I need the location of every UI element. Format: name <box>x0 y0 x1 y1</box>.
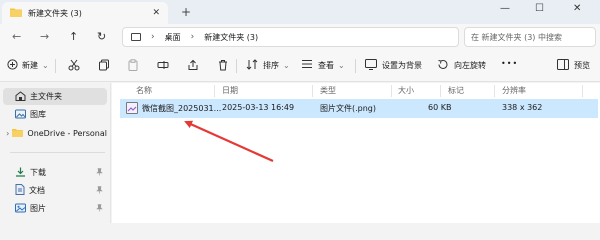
view-label: 查看 <box>318 60 334 70</box>
sidebar-item-pictures[interactable]: 图片 <box>3 200 107 217</box>
column-header-date[interactable]: 日期 <box>222 85 238 96</box>
title-bar: 新建文件夹 (3) ✕ + — ☐ ✕ <box>0 0 600 24</box>
sort-label: 排序 <box>263 61 279 70</box>
paste-icon[interactable] <box>127 59 139 74</box>
rotate-left-button[interactable]: 向左旋转 <box>437 59 486 72</box>
divider <box>236 59 237 73</box>
cut-icon[interactable] <box>68 59 80 74</box>
navigation-pane: › 主文件夹 图库 › OneDrive - Personal 下载 <box>0 83 111 223</box>
file-type: 图片文件(.png) <box>320 104 377 113</box>
divider <box>355 59 356 73</box>
pin-icon[interactable] <box>96 185 103 196</box>
download-icon <box>15 167 26 179</box>
gallery-icon <box>15 109 26 121</box>
chevron-right-icon[interactable]: › <box>3 129 12 138</box>
set-as-background-label: 设置为背景 <box>382 61 422 70</box>
command-bar: 新建 ⌄ 排序 ⌄ 查看 ⌄ 设置为背景 向左旋转 ••• 预览 <box>0 50 600 82</box>
sort-button[interactable]: 排序 ⌄ <box>246 59 290 72</box>
search-input[interactable]: 在 新建文件夹 (3) 中搜索 <box>471 32 562 43</box>
folder-icon <box>12 128 24 139</box>
column-divider[interactable] <box>214 85 215 97</box>
sort-icon <box>246 59 258 72</box>
picture-icon <box>15 203 26 215</box>
sidebar-item-gallery[interactable]: 图库 <box>3 106 107 123</box>
delete-icon[interactable] <box>217 59 229 74</box>
column-divider[interactable] <box>582 85 583 97</box>
table-row[interactable]: 微信截图_2025031... 2025-03-13 16:49 图片文件(.p… <box>120 99 598 118</box>
close-tab-button[interactable]: ✕ <box>152 8 160 18</box>
view-icon <box>301 59 313 71</box>
sidebar-item-label: 主文件夹 <box>30 92 62 101</box>
search-box[interactable]: 在 新建文件夹 (3) 中搜索 <box>464 27 596 47</box>
column-header-resolution[interactable]: 分辨率 <box>502 85 526 96</box>
file-name[interactable]: 微信截图_2025031... <box>142 103 221 114</box>
sidebar-item-label: 图库 <box>30 110 46 119</box>
file-size: 60 KB <box>428 103 452 112</box>
column-divider[interactable] <box>312 85 313 97</box>
breadcrumb-desktop[interactable]: 桌面 <box>165 32 181 43</box>
up-button[interactable]: ↑ <box>69 30 78 43</box>
address-bar[interactable]: › 桌面 › 新建文件夹 (3) <box>122 27 459 47</box>
chevron-down-icon: ⌄ <box>42 61 49 70</box>
minimize-button[interactable]: — <box>500 3 510 14</box>
sidebar-item-downloads[interactable]: 下载 <box>3 164 107 181</box>
file-date: 2025-03-13 16:49 <box>222 103 295 112</box>
document-icon <box>15 184 25 197</box>
column-header-size[interactable]: 大小 <box>398 85 414 96</box>
maximize-button[interactable]: ☐ <box>535 3 544 14</box>
file-list: 名称 日期 类型 大小 标记 分辨率 微信截图_2025031... 2025-… <box>112 83 600 223</box>
column-divider[interactable] <box>391 85 392 97</box>
new-button[interactable]: 新建 ⌄ <box>7 59 49 72</box>
preview-label: 预览 <box>574 61 590 70</box>
sidebar-item-label: OneDrive - Personal <box>27 129 107 138</box>
new-tab-button[interactable]: + <box>181 5 191 19</box>
forward-button[interactable]: → <box>40 30 49 43</box>
wallpaper-icon <box>365 59 377 72</box>
chevron-down-icon: ⌄ <box>283 61 290 70</box>
sidebar-item-label: 文档 <box>29 186 45 195</box>
set-as-background-button[interactable]: 设置为背景 <box>365 59 422 72</box>
breadcrumb-chevron: › <box>190 32 195 42</box>
new-label: 新建 <box>22 61 38 70</box>
sidebar-item-home[interactable]: › 主文件夹 <box>3 88 107 105</box>
breadcrumb-current-folder[interactable]: 新建文件夹 (3) <box>204 32 258 43</box>
pin-icon[interactable] <box>96 203 103 214</box>
pin-icon[interactable] <box>96 167 103 178</box>
more-options-button[interactable]: ••• <box>501 59 518 68</box>
divider <box>10 152 105 153</box>
back-button[interactable]: ← <box>12 30 21 43</box>
refresh-button[interactable]: ↻ <box>97 30 106 43</box>
sidebar-item-onedrive[interactable]: › OneDrive - Personal <box>3 125 107 142</box>
divider <box>55 59 56 73</box>
rename-icon[interactable] <box>157 59 169 74</box>
column-divider[interactable] <box>440 85 441 97</box>
home-icon <box>15 90 26 103</box>
view-button[interactable]: 查看 ⌄ <box>301 59 345 71</box>
share-icon[interactable] <box>187 59 199 74</box>
rotate-left-label: 向左旋转 <box>454 61 486 70</box>
plus-circle-icon <box>7 59 18 72</box>
column-header-name[interactable]: 名称 <box>136 85 152 96</box>
column-header-type[interactable]: 类型 <box>320 85 336 96</box>
rotate-left-icon <box>437 59 449 72</box>
preview-pane-button[interactable]: 预览 <box>557 59 590 72</box>
active-tab[interactable]: 新建文件夹 (3) ✕ <box>2 2 168 24</box>
file-resolution: 338 x 362 <box>502 103 543 112</box>
preview-pane-icon <box>557 59 569 72</box>
breadcrumb-chevron: › <box>151 32 155 42</box>
sidebar-item-label: 下载 <box>30 168 46 177</box>
copy-icon[interactable] <box>98 59 110 74</box>
image-file-icon <box>126 102 138 114</box>
chevron-down-icon: ⌄ <box>338 60 345 70</box>
sidebar-item-documents[interactable]: 文档 <box>3 182 107 199</box>
folder-icon <box>10 7 22 19</box>
close-window-button[interactable]: ✕ <box>573 3 581 14</box>
this-pc-icon <box>131 33 141 41</box>
tab-title: 新建文件夹 (3) <box>28 8 82 18</box>
column-divider[interactable] <box>494 85 495 97</box>
sidebar-item-label: 图片 <box>30 204 46 213</box>
column-header-tags[interactable]: 标记 <box>448 85 464 96</box>
navigation-bar: ← → ↑ ↻ › 桌面 › 新建文件夹 (3) 在 新建文件夹 (3) 中搜索 <box>0 24 600 50</box>
